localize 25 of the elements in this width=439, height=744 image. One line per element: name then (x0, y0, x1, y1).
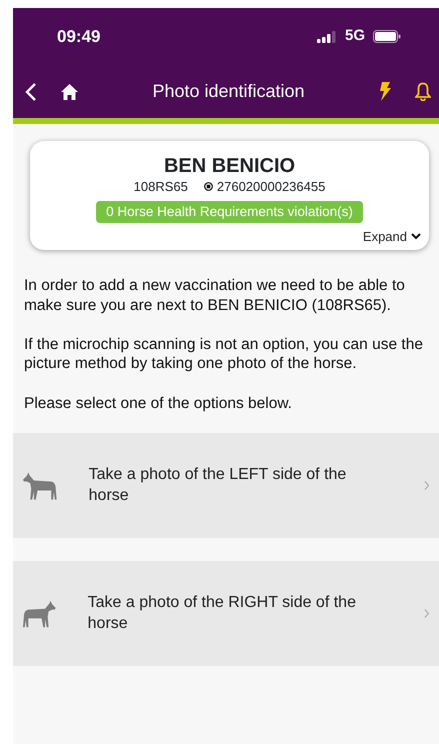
notification-bell-icon[interactable] (415, 82, 431, 101)
chevron-down-icon (411, 233, 421, 240)
horse-icon (23, 598, 56, 629)
signal-icon (316, 30, 337, 42)
battery-icon (373, 30, 401, 43)
network-label: 5G (344, 26, 365, 46)
back-icon[interactable] (25, 82, 37, 102)
page-title: Photo identification (151, 80, 306, 103)
photo-option[interactable]: Take a photo of the RIGHT side of the horse (13, 561, 439, 666)
violations-badge: 0 Horse Health Requirements violation(s) (96, 200, 363, 223)
photo-option[interactable]: Take a photo of the LEFT side of the horse (13, 433, 439, 538)
status-time: 09:49 (57, 26, 100, 48)
microchip-number: 276020000236455 (216, 178, 326, 196)
horse-icon (23, 470, 57, 501)
expand-button[interactable]: Expand (362, 226, 421, 246)
registration-number: 108RS65 (134, 178, 188, 196)
home-icon[interactable] (61, 84, 78, 100)
microchip-icon (204, 182, 213, 192)
instruction-text: In order to add a new vaccination we need to be able to make sure you are next to BEN BENICIO (108RS65). (24, 276, 406, 315)
instruction-text: If the microchip scanning is not an option, you can use the picture method by taking one photo of the horse. (24, 335, 424, 374)
chevron-right-icon (424, 480, 429, 492)
lightning-icon[interactable] (379, 82, 391, 101)
chevron-right-icon (424, 608, 429, 620)
instruction-text: Please select one of the options below. (24, 394, 293, 414)
horse-name: BEN BENICIO (164, 155, 296, 177)
